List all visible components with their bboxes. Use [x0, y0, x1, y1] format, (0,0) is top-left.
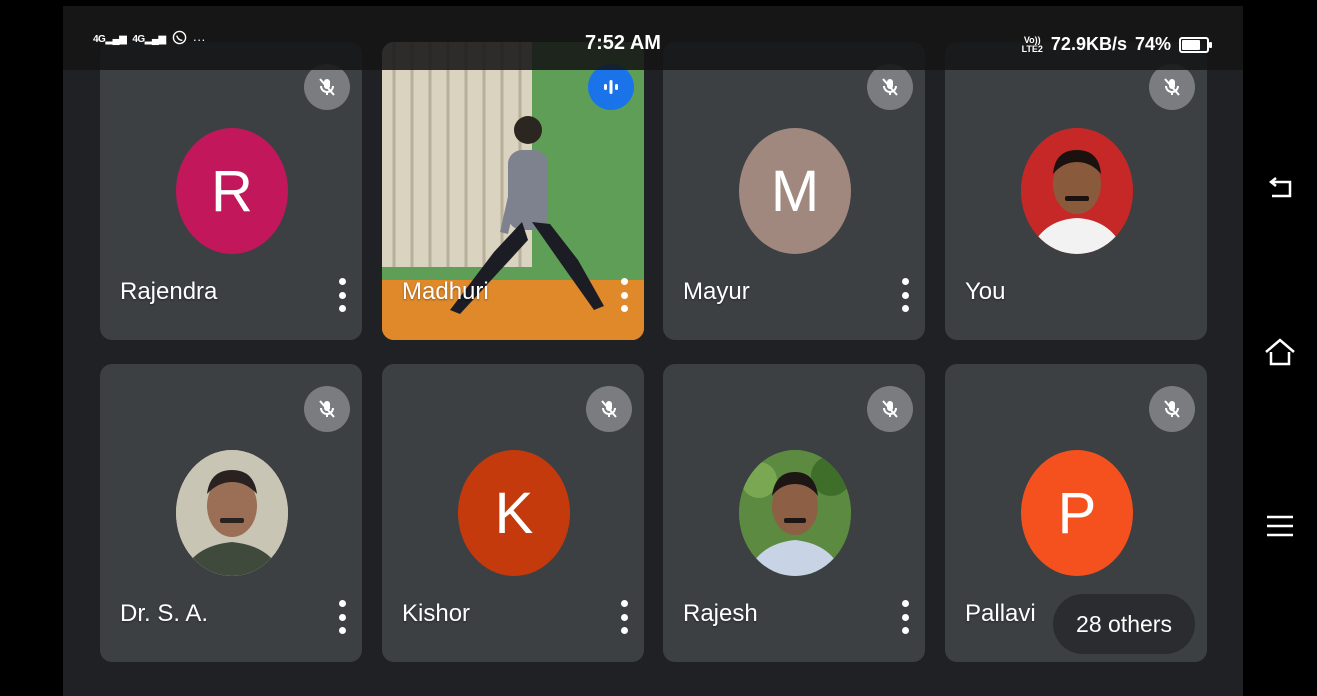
avatar: M — [739, 128, 851, 254]
battery-percent: 74% — [1134, 34, 1171, 54]
mic-off-icon — [304, 386, 350, 432]
back-icon[interactable] — [1260, 168, 1300, 208]
participant-tile-pallavi[interactable]: P Pallavi 28 others — [945, 364, 1207, 662]
signal-icon-2: 4G▂▄▆ — [132, 33, 166, 45]
participant-tile-madhuri[interactable]: Madhuri — [382, 42, 644, 340]
avatar-photo — [176, 450, 288, 576]
status-time: 7:52 AM — [585, 32, 661, 54]
participant-name: Mayur — [683, 278, 750, 305]
mic-off-icon — [1149, 64, 1195, 110]
home-icon[interactable] — [1260, 332, 1300, 372]
participant-tile-dr-s-a[interactable]: Dr. S. A. — [100, 364, 362, 662]
mic-off-icon — [867, 386, 913, 432]
more-options-icon[interactable] — [618, 278, 630, 312]
participant-name: Kishor — [402, 600, 471, 627]
more-options-icon[interactable] — [618, 600, 630, 634]
status-right: Vo)) LTE2 72.9KB/s 74% — [1021, 34, 1212, 55]
participant-tile-you[interactable]: You — [945, 42, 1207, 340]
avatar-photo — [1021, 128, 1133, 254]
more-options-icon[interactable] — [899, 278, 911, 312]
more-options-icon[interactable] — [336, 278, 348, 312]
participant-tile-rajesh[interactable]: Rajesh — [663, 364, 925, 662]
avatar: K — [458, 450, 570, 576]
mic-off-icon — [304, 64, 350, 110]
navigation-bar — [1243, 0, 1317, 696]
others-button[interactable]: 28 others — [1053, 594, 1195, 654]
participant-tile-rajendra[interactable]: R Rajendra — [100, 42, 362, 340]
participant-name: You — [965, 278, 1006, 305]
avatar-photo — [739, 450, 851, 576]
signal-icon: 4G▂▄▆ — [93, 33, 127, 45]
participant-name: Dr. S. A. — [120, 600, 209, 627]
participant-tile-kishor[interactable]: K Kishor — [382, 364, 644, 662]
avatar: R — [176, 128, 288, 254]
menu-icon[interactable] — [1260, 506, 1300, 546]
mic-off-icon — [1149, 386, 1195, 432]
battery-icon — [1179, 36, 1212, 53]
network-speed: 72.9KB/s — [1050, 34, 1127, 54]
participant-name: Rajesh — [683, 600, 758, 627]
status-bar: 4G▂▄▆ 4G▂▄▆ ··· 7:52 AM Vo)) LTE2 72.9KB/… — [63, 6, 1243, 70]
volte-icon: Vo)) LTE2 — [1021, 34, 1043, 54]
participant-name: Pallavi — [965, 600, 1036, 627]
avatar: P — [1021, 450, 1133, 576]
participant-name: Rajendra — [120, 278, 218, 305]
more-options-icon[interactable] — [336, 600, 348, 634]
whatsapp-icon — [172, 30, 187, 48]
mic-off-icon — [586, 386, 632, 432]
participant-tile-mayur[interactable]: M Mayur — [663, 42, 925, 340]
more-options-icon[interactable] — [899, 600, 911, 634]
speaking-indicator-icon — [588, 64, 634, 110]
status-left: 4G▂▄▆ 4G▂▄▆ ··· — [93, 30, 206, 48]
more-notifications-icon: ··· — [192, 31, 206, 47]
mic-off-icon — [867, 64, 913, 110]
participant-name: Madhuri — [402, 278, 489, 305]
